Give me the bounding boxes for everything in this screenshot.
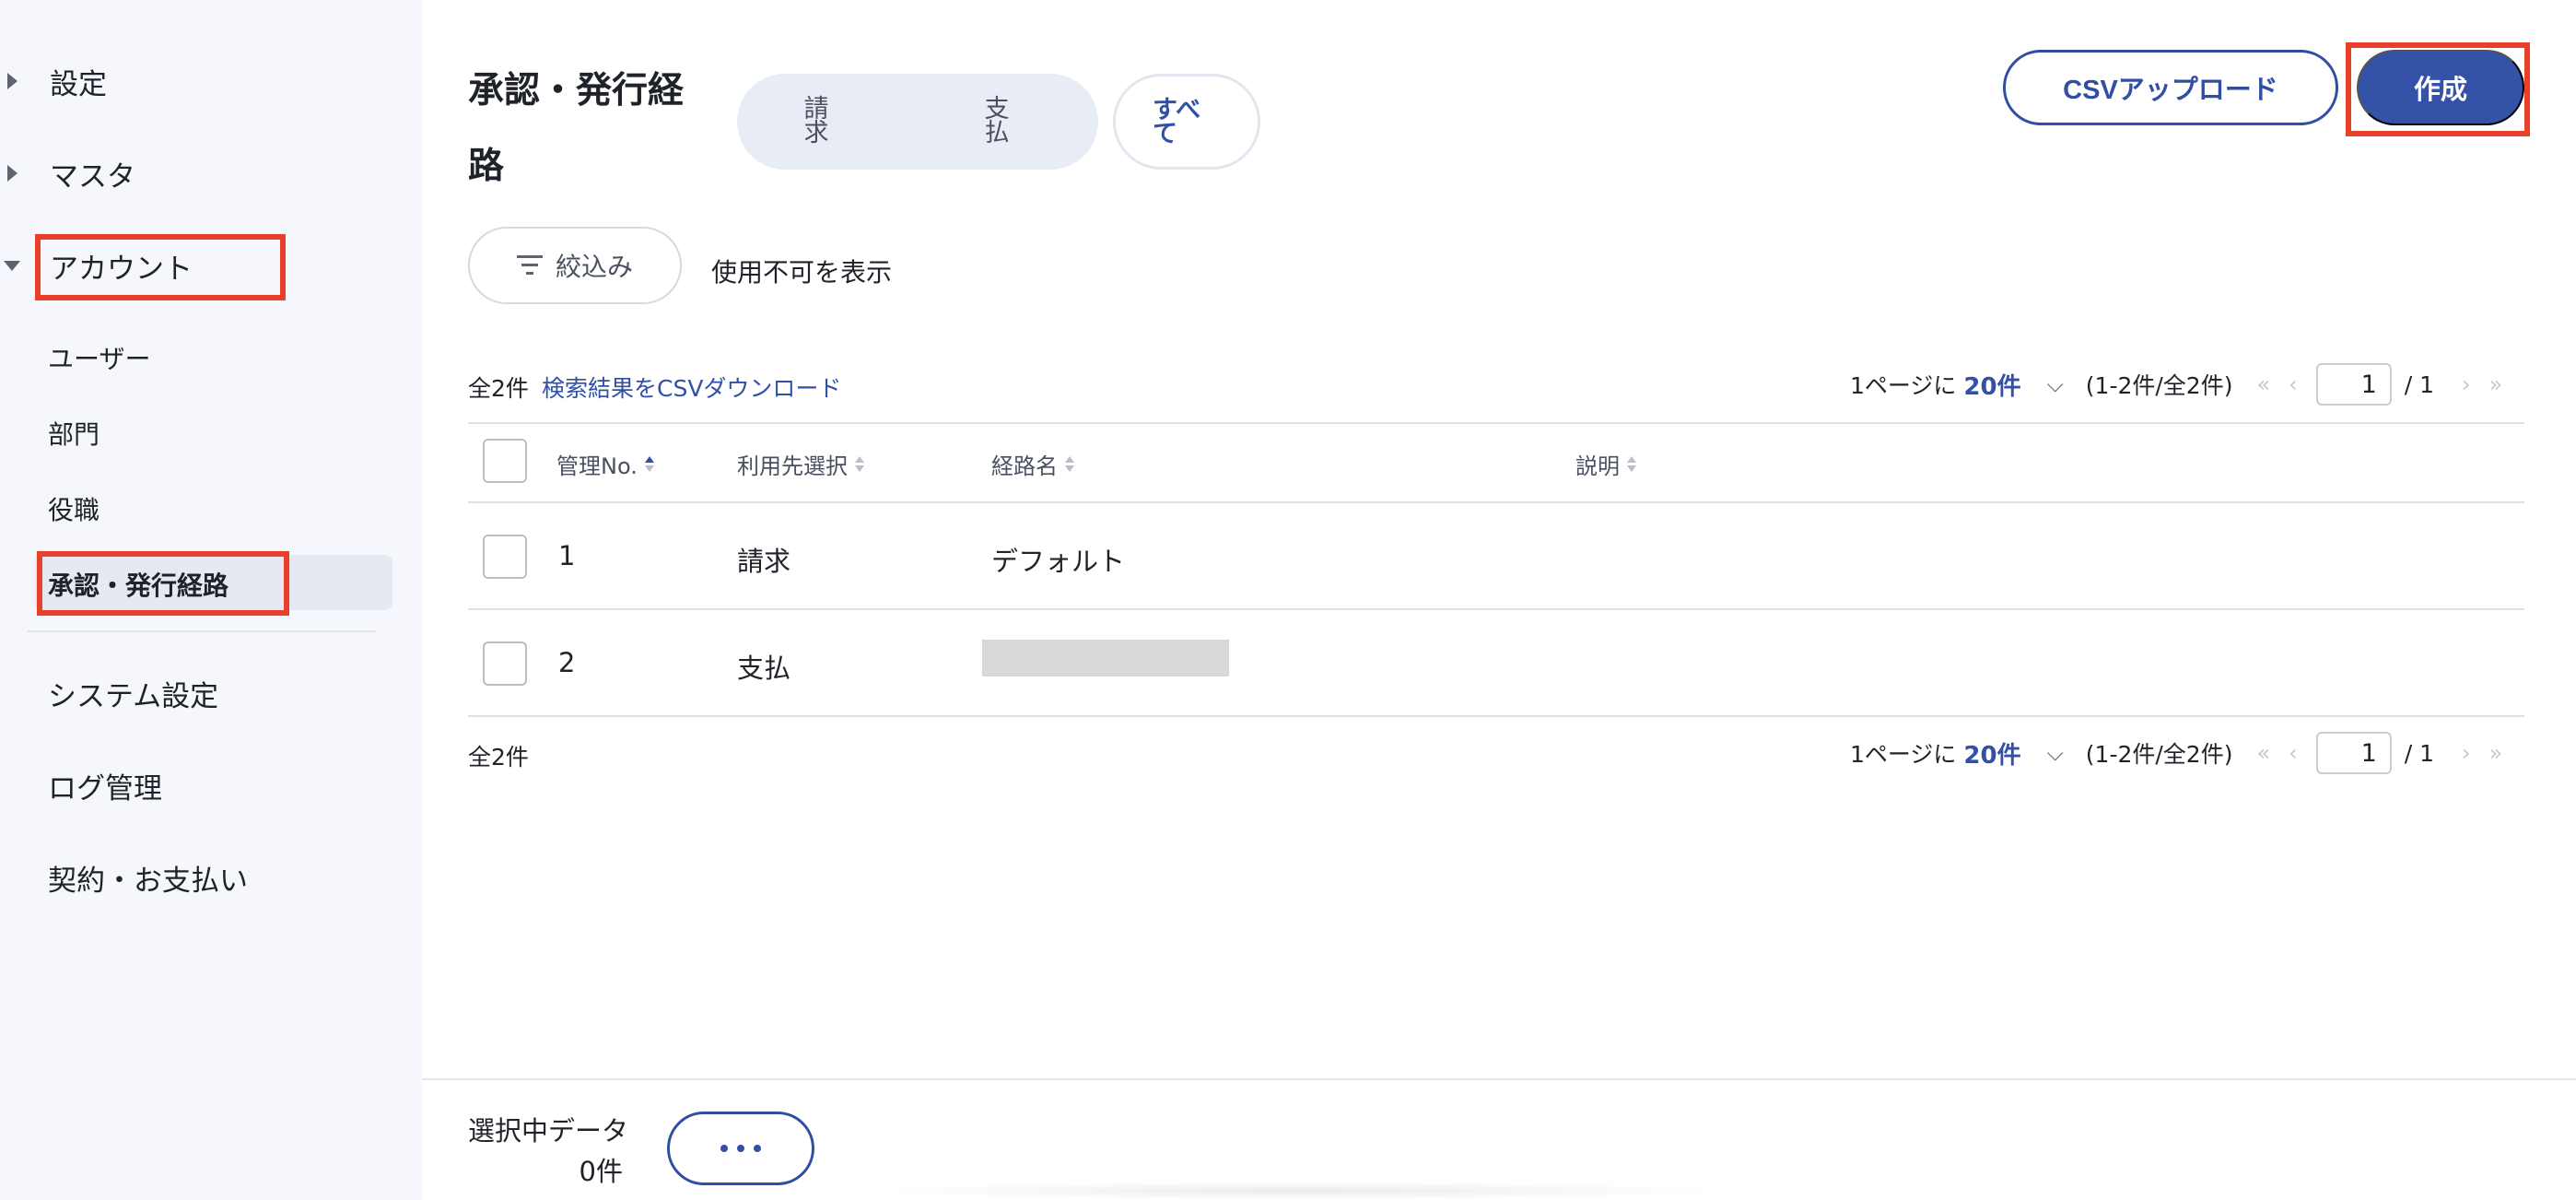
sort-icon bbox=[1627, 456, 1636, 472]
selected-data-count: 0件 bbox=[579, 1156, 623, 1187]
cell-target: 支払 bbox=[737, 653, 791, 684]
sidebar-item-positions[interactable]: 役職 bbox=[48, 490, 100, 527]
sidebar-group-master[interactable]: マスタ bbox=[0, 146, 405, 201]
page-number-input[interactable]: 1 bbox=[2315, 363, 2392, 406]
page-title: 承認・発行経路 bbox=[468, 70, 685, 187]
sidebar-group-label: 設定 bbox=[50, 67, 107, 101]
column-header-no[interactable]: 管理No. bbox=[556, 448, 654, 480]
segment-payment[interactable]: 支払 bbox=[980, 97, 1013, 146]
sidebar-item-system-settings[interactable]: システム設定 bbox=[48, 673, 218, 714]
per-page-select[interactable]: 20件 bbox=[1963, 368, 2020, 402]
segment-billing[interactable]: 請求 bbox=[800, 97, 833, 146]
more-dots-icon bbox=[737, 1145, 744, 1152]
segment-all-label: すべて bbox=[1153, 96, 1201, 148]
caret-right-icon bbox=[7, 165, 18, 182]
table-divider bbox=[468, 608, 2524, 610]
last-page-icon[interactable]: » bbox=[2489, 740, 2503, 766]
per-page-label: 1ページに bbox=[1850, 372, 1957, 399]
sort-icon bbox=[644, 456, 654, 472]
column-header-label: 管理No. bbox=[556, 453, 638, 479]
create-button[interactable]: 作成 bbox=[2357, 50, 2524, 125]
show-disabled-toggle[interactable]: 使用不可を表示 bbox=[711, 253, 892, 289]
filter-icon bbox=[516, 255, 543, 276]
chevron-down-icon[interactable]: ⌵ bbox=[2047, 371, 2064, 397]
page-range: (1-2件/全2件) bbox=[2085, 372, 2233, 399]
pagination-bottom: 1ページに 20件 ⌵ (1-2件/全2件) « ‹ 1 / 1 › » bbox=[1850, 732, 2532, 774]
table-divider bbox=[468, 715, 2524, 717]
total-count: 全2件 bbox=[468, 375, 529, 402]
filter-button[interactable]: 絞込み bbox=[468, 227, 682, 304]
selected-data-label: 選択中データ bbox=[468, 1115, 629, 1147]
first-page-icon[interactable]: « bbox=[2256, 371, 2270, 397]
column-header-label: 説明 bbox=[1575, 453, 1620, 479]
chevron-down-icon[interactable]: ⌵ bbox=[2047, 740, 2064, 766]
row-checkbox[interactable] bbox=[483, 535, 527, 579]
per-page-select[interactable]: 20件 bbox=[1963, 736, 2020, 771]
page-range: (1-2件/全2件) bbox=[2085, 741, 2233, 768]
column-header-route[interactable]: 経路名 bbox=[991, 448, 1074, 480]
sidebar-item-departments[interactable]: 部門 bbox=[48, 415, 100, 452]
row-checkbox[interactable] bbox=[483, 641, 527, 686]
next-page-icon[interactable]: › bbox=[2462, 740, 2471, 766]
page-number-input[interactable]: 1 bbox=[2315, 732, 2392, 774]
column-header-target[interactable]: 利用先選択 bbox=[737, 448, 864, 480]
cell-no: 2 bbox=[558, 647, 576, 678]
cell-no: 1 bbox=[558, 540, 576, 571]
per-page-label: 1ページに bbox=[1850, 741, 1957, 768]
total-pages: / 1 bbox=[2404, 371, 2435, 398]
table-divider bbox=[468, 422, 2524, 424]
sidebar-item-contract-payment[interactable]: 契約・お支払い bbox=[48, 857, 248, 899]
csv-upload-button[interactable]: CSVアップロード bbox=[2003, 50, 2338, 125]
more-dots-icon bbox=[754, 1145, 761, 1152]
first-page-icon[interactable]: « bbox=[2256, 740, 2270, 766]
sidebar-divider bbox=[28, 630, 376, 632]
next-page-icon[interactable]: › bbox=[2462, 371, 2471, 397]
total-pages: / 1 bbox=[2404, 739, 2435, 767]
last-page-icon[interactable]: » bbox=[2489, 371, 2503, 397]
bottom-shadow bbox=[866, 1182, 1732, 1200]
prev-page-icon[interactable]: ‹ bbox=[2289, 371, 2298, 397]
csv-download-link[interactable]: 検索結果をCSVダウンロード bbox=[542, 371, 841, 404]
highlight-box bbox=[35, 234, 286, 300]
filter-button-label: 絞込み bbox=[555, 252, 633, 282]
total-count-bottom: 全2件 bbox=[468, 744, 529, 771]
sort-icon bbox=[855, 456, 864, 472]
redacted-route-name bbox=[982, 640, 1229, 676]
column-header-desc[interactable]: 説明 bbox=[1575, 448, 1636, 480]
sort-icon bbox=[1065, 456, 1074, 472]
caret-right-icon bbox=[7, 73, 18, 89]
sidebar-group-settings[interactable]: 設定 bbox=[0, 53, 405, 109]
column-header-label: 経路名 bbox=[991, 453, 1058, 479]
highlight-box bbox=[37, 551, 289, 616]
cell-route[interactable]: デフォルト bbox=[991, 540, 1125, 579]
more-actions-button[interactable] bbox=[667, 1112, 814, 1185]
sidebar-item-log-management[interactable]: ログ管理 bbox=[48, 765, 162, 806]
pagination-top: 1ページに 20件 ⌵ (1-2件/全2件) « ‹ 1 / 1 › » bbox=[1850, 363, 2532, 406]
cell-target: 請求 bbox=[737, 546, 791, 577]
select-all-checkbox[interactable] bbox=[483, 439, 527, 483]
table-divider bbox=[468, 501, 2524, 503]
segment-all[interactable]: すべて bbox=[1113, 74, 1260, 170]
column-header-label: 利用先選択 bbox=[737, 453, 848, 479]
sidebar-item-users[interactable]: ユーザー bbox=[48, 339, 150, 376]
segment-control: 請求 支払 bbox=[737, 74, 1098, 170]
more-dots-icon bbox=[720, 1145, 728, 1152]
caret-down-icon bbox=[4, 260, 20, 271]
sidebar-group-label: マスタ bbox=[50, 159, 135, 194]
prev-page-icon[interactable]: ‹ bbox=[2289, 740, 2298, 766]
